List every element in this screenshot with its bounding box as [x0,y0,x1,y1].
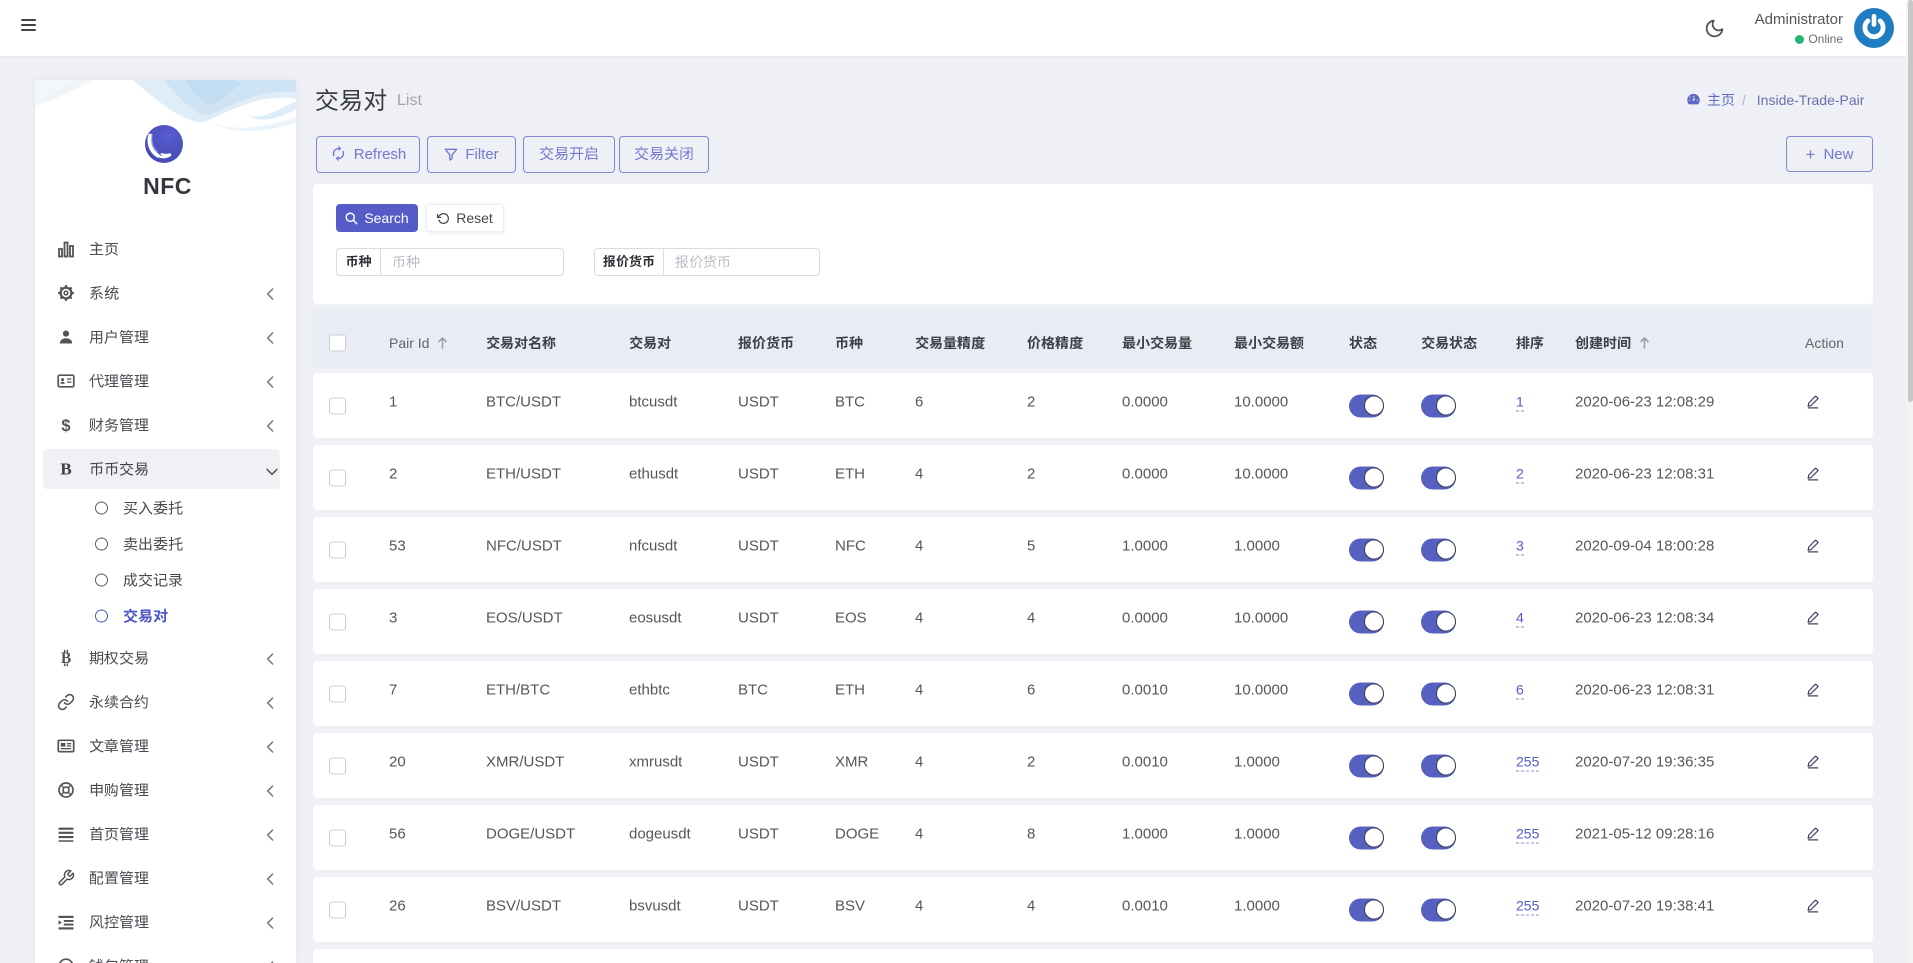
svg-text:$: $ [61,417,70,434]
svg-text:B: B [60,460,71,478]
svg-text:B: B [61,650,71,667]
